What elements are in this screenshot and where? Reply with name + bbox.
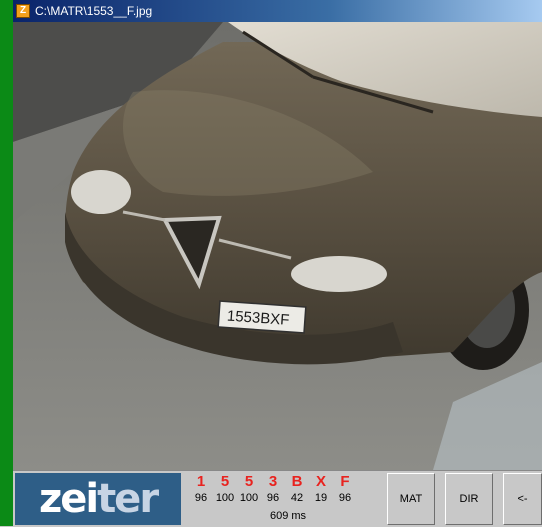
logo-part-1: zei [38,476,99,522]
left-side-strip [0,0,13,526]
ocr-confidence: 42 [290,492,304,504]
logo-part-2: ter [97,476,159,522]
bottom-toolbar: zeiter 1 96 5 100 5 100 3 96 B 42 X 19 F… [13,470,542,527]
ocr-confidence: 19 [314,492,328,504]
license-plate: 1553BXF [217,300,307,334]
ocr-char: F [340,473,350,490]
ocr-char: X [315,473,326,490]
ocr-char-3: 5 100 [237,473,261,505]
window-title: C:\MATR\1553__F.jpg [35,4,153,18]
ocr-char: 3 [268,473,278,490]
ocr-confidence: 100 [239,492,259,504]
ocr-timing: 609 ms [269,510,307,522]
car-photo: 1553BXF [13,22,542,470]
ocr-char: B [291,473,303,490]
ocr-char-1: 1 96 [189,473,213,505]
ocr-char: 5 [220,473,230,490]
ocr-confidence: 100 [215,492,235,504]
image-viewer-window: Z C:\MATR\1553__F.jpg 1553BXF zeiter 1 9… [13,0,542,527]
app-icon: Z [16,4,30,18]
back-button[interactable]: <- [503,473,542,525]
dir-button[interactable]: DIR [445,473,493,525]
ocr-confidence: 96 [338,492,352,504]
ocr-char-7: F 96 [333,473,357,505]
ocr-char-2: 5 100 [213,473,237,505]
ocr-char-5: B 42 [285,473,309,505]
ocr-results: 1 96 5 100 5 100 3 96 B 42 X 19 F 96 609… [189,473,387,525]
title-bar[interactable]: Z C:\MATR\1553__F.jpg [13,0,542,22]
ocr-char: 5 [244,473,254,490]
ocr-char: 1 [196,473,206,490]
ocr-confidence: 96 [266,492,280,504]
zeiter-logo: zeiter [15,473,181,525]
ocr-char-6: X 19 [309,473,333,505]
ocr-char-4: 3 96 [261,473,285,505]
mat-button[interactable]: MAT [387,473,435,525]
camera-image: 1553BXF [13,22,542,470]
ocr-confidence: 96 [194,492,208,504]
